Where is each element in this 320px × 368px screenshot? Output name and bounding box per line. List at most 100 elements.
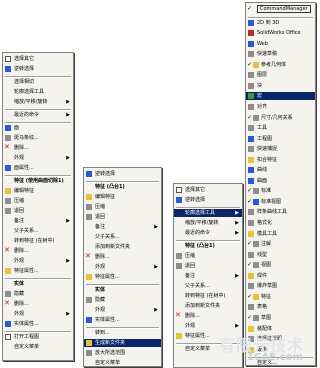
- menu3-item-entry-13[interactable]: 外观 ▶: [174, 322, 242, 330]
- menu4-item-curves[interactable]: 曲线: [246, 166, 315, 174]
- menu2-item-new-folder[interactable]: 生成新文件夹: [84, 339, 161, 347]
- menu-item-label: 特征属性...: [14, 268, 39, 274]
- menu2-item-edit-feature[interactable]: 编辑特征: [84, 193, 161, 201]
- menu1-item-select-other[interactable]: 选择其它: [3, 55, 73, 63]
- menu4-item-features[interactable]: ✓ 特征: [246, 293, 315, 301]
- menu3-item-select-other[interactable]: 选择其它: [174, 186, 242, 194]
- menu2-item-zoom-selection[interactable]: 放大所选范围: [84, 349, 161, 357]
- menu4-item-layer[interactable]: 图层: [246, 71, 315, 79]
- menu1-item-hide[interactable]: 隐藏: [3, 290, 73, 298]
- menu4-item-tools[interactable]: 工具: [246, 124, 315, 132]
- delete-icon: ✕: [175, 312, 181, 319]
- menu1-item-open-drawing[interactable]: 打开工程图: [3, 333, 73, 341]
- menu1-item-entry-9[interactable]: 外观 ▶: [3, 154, 73, 162]
- menu3-item-entry-11[interactable]: 添加到新文件夹: [174, 302, 242, 310]
- menu4-item-block[interactable]: 块: [246, 82, 315, 90]
- menu4-item-standard[interactable]: ✓ 标准: [246, 187, 315, 195]
- menu3-item-entry-4[interactable]: 最近的命令 ▶: [174, 229, 242, 237]
- menu4-item-quick-snap[interactable]: 快速捕捉: [246, 145, 315, 153]
- menu1-item-edit-feature[interactable]: 编辑特征: [3, 187, 73, 195]
- menu1-item-invert-selection[interactable]: 逆转选择: [3, 65, 73, 73]
- menu2-item-hide[interactable]: 隐藏: [84, 296, 161, 304]
- fastening-features-icon: [248, 156, 254, 163]
- menu4-item-dimensions-relations[interactable]: ✓ 尺寸/几何关系: [246, 114, 315, 122]
- menu2-item-entry-18[interactable]: 自定义菜单: [84, 359, 161, 367]
- menu4-item-mold-tools[interactable]: 模具工具: [246, 230, 315, 238]
- menu4-item-weldments[interactable]: 焊件: [246, 272, 315, 280]
- menu1-item-entry-24[interactable]: 外观 ▶: [3, 310, 73, 318]
- menu4-item-solidworks-office[interactable]: SolidWorks Office: [246, 29, 315, 37]
- menu1-item-entry-4[interactable]: 缩放/平移/旋转 ▶: [3, 98, 73, 106]
- menu4-item-spline-tools[interactable]: 样条曲线工具: [246, 208, 315, 216]
- menu3-item-rollback[interactable]: 退回: [174, 262, 242, 270]
- menu1-item-entry-3[interactable]: 轮廓选择工具: [3, 88, 73, 96]
- menu2-item-entry-15[interactable]: 转到...: [84, 329, 161, 337]
- menu1-item-delete[interactable]: ✕ 删除...: [3, 247, 73, 255]
- menu1-item-zebra[interactable]: 斑马条纹...: [3, 134, 73, 142]
- menu2-item-entry-5[interactable]: 备注 ▶: [84, 223, 161, 231]
- menu2-item-rollback[interactable]: 退回: [84, 213, 161, 221]
- menu1-item-suppress[interactable]: 压缩: [3, 197, 73, 205]
- menu4-item-macro[interactable]: 宏: [246, 92, 315, 101]
- menu3-item-invert-selection[interactable]: 逆转选择: [174, 196, 242, 204]
- menu4-item-line-format[interactable]: 线型: [246, 251, 315, 259]
- menu2-item-entry-13[interactable]: 外观 ▶: [84, 306, 161, 314]
- menu4-item-drawing[interactable]: 工程图: [246, 135, 315, 143]
- delete-icon: ✕: [4, 144, 10, 151]
- menu4-item-explode-sketch[interactable]: 爆炸草图: [246, 282, 315, 290]
- watermark-site: 1CAE.com: [247, 352, 303, 363]
- menu2-item-suppress[interactable]: 压缩: [84, 203, 161, 211]
- menu4-item-sketch[interactable]: ✓ 草图: [246, 314, 315, 322]
- menu4-item-fastening-features[interactable]: 扣合特征: [246, 156, 315, 164]
- menu1-item-rollback[interactable]: 退回: [3, 207, 73, 215]
- menu4-item-quick-sketch[interactable]: 快速草稿: [246, 50, 315, 58]
- menu2-item-body-properties[interactable]: 实体属性...: [84, 316, 161, 324]
- menu1-item-face-properties[interactable]: 面属性...: [3, 164, 73, 172]
- menu-item-label: 特征: [261, 293, 272, 300]
- menu1-item-body-properties[interactable]: 实体属性...: [3, 320, 73, 328]
- menu1-item-entry-17[interactable]: 转到特征 (在树中): [3, 237, 73, 245]
- menu4-item-align[interactable]: 对齐: [246, 103, 315, 111]
- menu2-item-delete[interactable]: ✕ 删除...: [84, 253, 161, 261]
- menu4-item-entry-0[interactable]: ✓ CommandManager: [246, 5, 315, 13]
- menu4-item-view[interactable]: ✓ 视图: [246, 261, 315, 269]
- menu1-item-entry-16[interactable]: 父子关系...: [3, 227, 73, 235]
- menu4-item-format[interactable]: 格式化: [246, 219, 315, 227]
- menu3-item-entry-3[interactable]: 缩放/平移/旋转 ▶: [174, 219, 242, 227]
- menu4-item-standard-views[interactable]: ✓ 标准视图: [246, 198, 315, 206]
- menu2-item-feature-properties[interactable]: 特征属性...: [84, 273, 161, 281]
- menu4-item-table[interactable]: 表格: [246, 303, 315, 311]
- menu-item-label: 曲线: [257, 167, 268, 174]
- menu3-item-entry-8[interactable]: 备注 ▶: [174, 272, 242, 280]
- menu4-item-annotation[interactable]: ✓ 注解: [246, 240, 315, 248]
- menu1-item-entry-27[interactable]: 自定义菜单: [3, 343, 73, 351]
- menu4-item-2d-to-3d[interactable]: 2D 到 3D: [246, 19, 315, 27]
- menu4-item-surfaces[interactable]: 曲面: [246, 177, 315, 185]
- face-properties-icon: [5, 165, 11, 171]
- menu4-item-reference-geometry[interactable]: ✓ 参考几何体: [246, 61, 315, 69]
- menu3-item-entry-2[interactable]: 轮廓选择工具 ▶: [174, 209, 242, 217]
- menu1-item-delete[interactable]: ✕ 删除...: [3, 144, 73, 152]
- menu3-item-entry-10[interactable]: 转到特征 (在树中): [174, 292, 242, 300]
- menu-item-label: 自定义菜单: [14, 344, 40, 350]
- menu1-item-face[interactable]: 面: [3, 124, 73, 132]
- menu-item-label: 标准视图: [261, 198, 282, 205]
- menu4-item-web[interactable]: Web: [246, 40, 315, 48]
- menu1-item-feature-properties[interactable]: 特征属性...: [3, 267, 73, 275]
- zoom-selection-icon: [86, 350, 92, 356]
- menu1-item-entry-5[interactable]: 最近的命令 ▶: [3, 111, 73, 119]
- menu-item-label: 添加到新文件夹: [185, 303, 221, 309]
- view-icon: [253, 262, 259, 269]
- menu3-item-suppress[interactable]: 压缩: [174, 252, 242, 260]
- menu1-item-delete[interactable]: ✕ 删除...: [3, 300, 73, 308]
- menu2-item-entry-9[interactable]: 外观 ▶: [84, 263, 161, 271]
- menu3-item-delete[interactable]: ✕ 删除...: [174, 312, 242, 320]
- submenu-arrow-icon: ▶: [235, 273, 239, 279]
- menu2-item-entry-7[interactable]: 添加到新文件夹: [84, 243, 161, 251]
- menu1-item-entry-2[interactable]: 选择相切: [3, 78, 73, 86]
- menu2-item-invert-selection[interactable]: 逆转选择: [84, 170, 161, 178]
- menu1-item-entry-19[interactable]: 外观 ▶: [3, 257, 73, 265]
- menu1-item-entry-15[interactable]: 备注 ▶: [3, 217, 73, 225]
- menu2-item-entry-6[interactable]: 父子关系...: [84, 233, 161, 241]
- menu3-item-entry-9[interactable]: 父子关系...: [174, 282, 242, 290]
